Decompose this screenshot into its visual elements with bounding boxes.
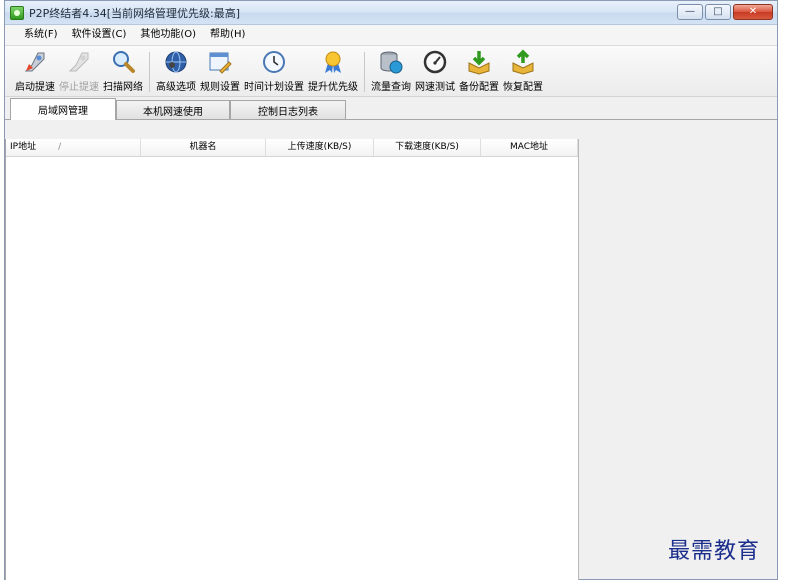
schedule-settings-label: 时间计划设置 xyxy=(244,82,304,93)
minimize-icon: — xyxy=(685,6,695,17)
column-header-mac-label: MAC地址 xyxy=(509,142,549,152)
tab-local-speed-label: 本机网速使用 xyxy=(143,106,203,118)
toolbar-separator xyxy=(149,52,150,92)
stop-speedup-label: 停止提速 xyxy=(59,82,99,93)
menu-bar: 系统(F) 软件设置(C) 其他功能(O) 帮助(H) xyxy=(5,25,777,46)
schedule-settings-button[interactable]: 时间计划设置 xyxy=(242,48,306,96)
magnifier-icon xyxy=(110,49,136,75)
tab-strip: 局域网管理 本机网速使用 控制日志列表 xyxy=(5,97,777,120)
traffic-query-label: 流量查询 xyxy=(371,82,411,93)
column-header-mac[interactable]: MAC地址 xyxy=(481,139,578,156)
rule-settings-button[interactable]: 规则设置 xyxy=(198,48,242,96)
table-header: IP地址 / 机器名 上传速度(KB/S) 下载速度(KB/S) MAC地址 xyxy=(6,139,578,157)
clock-icon xyxy=(261,49,287,75)
scan-network-label: 扫描网络 xyxy=(103,82,143,93)
column-header-download-speed-label: 下载速度(KB/S) xyxy=(395,142,459,152)
restore-config-label: 恢复配置 xyxy=(503,82,543,93)
raise-priority-button[interactable]: 提升优先级 xyxy=(306,48,360,96)
window-controls: — □ ✕ xyxy=(677,4,773,20)
globe-icon xyxy=(163,49,189,75)
backup-config-label: 备份配置 xyxy=(459,82,499,93)
rocket-stop-icon xyxy=(66,49,92,75)
start-speedup-button[interactable]: 启动提速 xyxy=(13,48,57,96)
speed-test-button[interactable]: 网速测试 xyxy=(413,48,457,96)
maximize-icon: □ xyxy=(713,6,723,17)
download-box-icon xyxy=(466,49,492,75)
restore-config-button[interactable]: 恢复配置 xyxy=(501,48,545,96)
stop-speedup-button[interactable]: 停止提速 xyxy=(57,48,101,96)
column-header-download-speed[interactable]: 下载速度(KB/S) xyxy=(374,139,481,156)
tab-control-log[interactable]: 控制日志列表 xyxy=(230,100,346,119)
rule-settings-label: 规则设置 xyxy=(200,82,240,93)
column-header-ip[interactable]: IP地址 / xyxy=(6,139,141,156)
speedometer-icon xyxy=(422,49,448,75)
menu-other-functions[interactable]: 其他功能(O) xyxy=(133,26,203,44)
minimize-button[interactable]: — xyxy=(677,4,703,20)
menu-help[interactable]: 帮助(H) xyxy=(203,26,252,44)
close-button[interactable]: ✕ xyxy=(733,4,773,20)
backup-config-button[interactable]: 备份配置 xyxy=(457,48,501,96)
maximize-button[interactable]: □ xyxy=(705,4,731,20)
database-globe-icon xyxy=(378,49,404,75)
scan-network-button[interactable]: 扫描网络 xyxy=(101,48,145,96)
raise-priority-label: 提升优先级 xyxy=(308,82,358,93)
restore-box-icon xyxy=(510,49,536,75)
close-icon: ✕ xyxy=(748,6,758,17)
column-header-ip-label: IP地址 xyxy=(10,142,37,152)
toolbar: 启动提速 停止提速 扫描网络 高级选项 规则设置 时间计划设置 提升优先级 流量… xyxy=(5,46,777,97)
tab-control-log-label: 控制日志列表 xyxy=(258,106,318,118)
award-ribbon-icon xyxy=(320,49,346,75)
tab-lan-management-label: 局域网管理 xyxy=(38,106,88,117)
host-list-table[interactable]: IP地址 / 机器名 上传速度(KB/S) 下载速度(KB/S) MAC地址 xyxy=(5,139,579,580)
title-bar[interactable]: P2P终结者4.34[当前网络管理优先级:最高] — □ ✕ xyxy=(5,1,777,25)
watermark: 最需教育 xyxy=(668,539,761,564)
menu-system[interactable]: 系统(F) xyxy=(17,26,65,44)
window-title: P2P终结者4.34[当前网络管理优先级:最高] xyxy=(29,6,241,20)
column-header-machine-name-label: 机器名 xyxy=(189,142,217,152)
column-header-upload-speed-label: 上传速度(KB/S) xyxy=(287,142,352,152)
toolbar-separator xyxy=(364,52,365,92)
advanced-options-label: 高级选项 xyxy=(156,82,196,93)
window-pencil-icon xyxy=(207,49,233,75)
column-header-upload-speed[interactable]: 上传速度(KB/S) xyxy=(266,139,374,156)
rocket-icon xyxy=(22,49,48,75)
advanced-options-button[interactable]: 高级选项 xyxy=(154,48,198,96)
tab-lan-management[interactable]: 局域网管理 xyxy=(10,98,116,120)
start-speedup-label: 启动提速 xyxy=(15,82,55,93)
traffic-query-button[interactable]: 流量查询 xyxy=(369,48,413,96)
app-icon xyxy=(10,5,24,20)
column-header-machine-name[interactable]: 机器名 xyxy=(141,139,266,156)
sort-indicator-icon: / xyxy=(58,142,62,152)
tab-local-speed[interactable]: 本机网速使用 xyxy=(116,100,230,119)
menu-software-settings[interactable]: 软件设置(C) xyxy=(65,26,134,44)
speed-test-label: 网速测试 xyxy=(415,82,455,93)
